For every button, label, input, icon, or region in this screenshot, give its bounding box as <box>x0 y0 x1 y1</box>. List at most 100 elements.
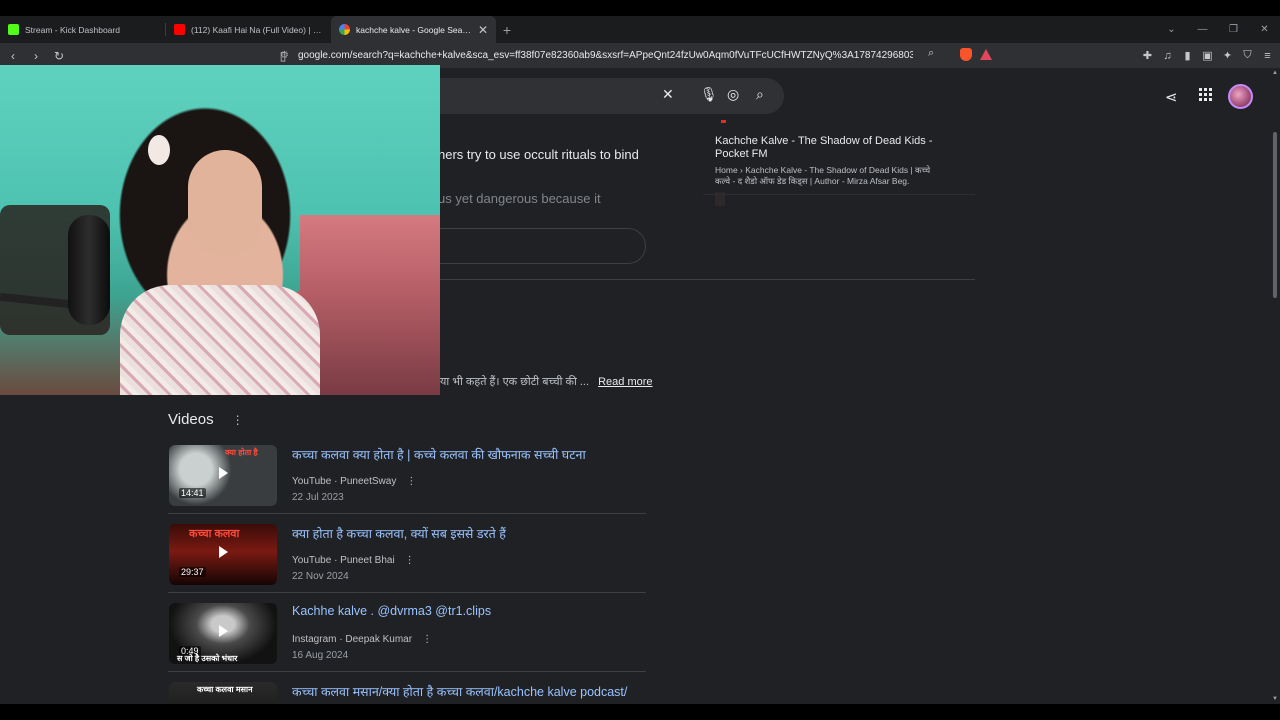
play-icon <box>219 546 228 558</box>
video-thumbnail[interactable]: 0:49 स जो है उसको भंधार <box>169 603 277 664</box>
more-options-icon[interactable]: ⋮ <box>405 555 415 566</box>
video-thumbnail[interactable]: कच्चा कलवा 29:37 <box>169 524 277 585</box>
more-options-icon[interactable]: ⋮ <box>232 413 244 427</box>
video-date: 16 Aug 2024 <box>292 650 349 661</box>
extension-toolbar: ✚ ♫ ▮ ▣ ✦ ⛉ ≡ <box>1141 46 1274 65</box>
video-meta: Instagram · Deepak Kumar ⋮ <box>292 634 432 645</box>
more-options-icon[interactable]: ⋮ <box>422 634 432 645</box>
video-result[interactable]: कच्चा कलवा मसान कच्चा कलवा मसान/क्या होत… <box>168 672 646 704</box>
divider <box>703 194 975 195</box>
chevron-left-icon: ‹ <box>11 48 15 63</box>
plus-icon: + <box>502 21 512 38</box>
thumbnail-caption: कच्चा कलवा <box>189 528 240 540</box>
video-source: YouTube · Puneet Bhai <box>292 555 395 566</box>
extensions-icon[interactable]: ✚ <box>1141 46 1154 65</box>
play-icon <box>219 467 228 479</box>
menu-icon[interactable]: ≡ <box>1261 46 1274 65</box>
favicon-mark <box>721 120 726 123</box>
chevron-right-icon: › <box>34 48 38 63</box>
vpn-icon[interactable]: ⛉ <box>1241 46 1254 65</box>
video-result[interactable]: कच्चा कलवा 29:37 क्या होता है कच्चा कलवा… <box>168 514 646 593</box>
google-icon <box>339 24 350 35</box>
new-tab-button[interactable]: + <box>496 16 518 43</box>
thumbnail-caption: क्या होता है <box>225 448 258 457</box>
side-card-title[interactable]: Kachche Kalve - The Shadow of Dead Kids … <box>715 135 945 161</box>
thumbnail-caption: स जो है उसको भंधार <box>177 654 238 663</box>
video-date: 22 Nov 2024 <box>292 571 349 582</box>
sidebar-icon[interactable]: ▮ <box>1181 46 1194 65</box>
video-title[interactable]: क्या होता है कच्चा कलवा, क्यों सब इससे ड… <box>292 525 506 542</box>
page-scrollbar[interactable]: ▲ ▼ <box>1270 68 1280 704</box>
site-info-icon[interactable]: ⚙ <box>280 50 289 61</box>
avatar[interactable] <box>1228 84 1253 109</box>
video-meta: YouTube · PuneetSway ⋮ <box>292 476 416 487</box>
webcam-overlay <box>0 65 440 395</box>
window-controls: ⌄ — ❐ ✕ <box>1156 16 1280 43</box>
webcam-background-bed <box>300 215 440 395</box>
video-date: 22 Jul 2023 <box>292 492 344 503</box>
back-button[interactable]: ‹ <box>3 46 23 66</box>
video-meta: YouTube · Puneet Bhai ⋮ <box>292 555 415 566</box>
video-title[interactable]: Kachhe kalve . @dvrma3 @tr1.clips <box>292 604 491 618</box>
webcam-hairclip <box>148 135 170 165</box>
forward-button[interactable]: › <box>26 46 46 66</box>
close-tab-icon[interactable]: ✕ <box>478 23 488 37</box>
restore-icon[interactable]: ❐ <box>1218 24 1249 35</box>
lens-camera-icon[interactable]: ◎ <box>727 86 739 103</box>
video-thumbnail[interactable]: क्या होता है 14:41 <box>169 445 277 506</box>
microphone-icon[interactable]: 🎙︎ <box>700 86 718 103</box>
youtube-icon <box>174 24 185 35</box>
clear-search-icon[interactable]: ✕ <box>662 86 674 103</box>
bottom-black-bar <box>0 704 1280 720</box>
video-source: Instagram · Deepak Kumar <box>292 634 413 645</box>
scroll-down-icon[interactable]: ▼ <box>1272 696 1278 702</box>
scroll-up-icon[interactable]: ▲ <box>1272 70 1278 76</box>
wallet-icon[interactable]: ▣ <box>1201 46 1214 65</box>
tab-youtube-video[interactable]: (112) Kaafi Hai Na (Full Video) | Mus... <box>166 16 331 43</box>
video-thumbnail[interactable]: कच्चा कलवा मसान <box>169 682 277 704</box>
read-more-link[interactable]: Read more <box>598 376 652 388</box>
webcam-person-dress <box>120 285 320 395</box>
thumbnail-caption: कच्चा कलवा मसान <box>197 685 253 694</box>
snippet-hindi-text: या भी कहते हैं। एक छोटी बच्ची की ... <box>440 376 590 388</box>
zoom-icon[interactable]: ⌕ <box>928 47 934 60</box>
snippet-line: hers try to use occult rituals to bind <box>438 147 639 162</box>
close-window-icon[interactable]: ✕ <box>1249 24 1280 35</box>
brave-rewards-icon[interactable] <box>980 49 992 60</box>
video-result[interactable]: 0:49 स जो है उसको भंधार Kachhe kalve . @… <box>168 593 646 672</box>
tab-kick-dashboard[interactable]: Stream - Kick Dashboard <box>0 16 165 43</box>
play-icon <box>219 625 228 637</box>
video-result[interactable]: क्या होता है 14:41 कच्चा कलवा क्या होता … <box>168 435 646 514</box>
tab-strip: Stream - Kick Dashboard (112) Kaafi Hai … <box>0 16 1280 43</box>
webcam-person-face <box>188 150 262 255</box>
video-source: YouTube · PuneetSway <box>292 476 397 487</box>
videos-title: Videos <box>168 411 214 428</box>
snippet-line-faded: us yet dangerous because it <box>438 191 601 206</box>
videos-section-heading: Videos ⋮ <box>168 411 244 428</box>
tab-title: kachche kalve - Google Search <box>356 24 472 35</box>
search-icon[interactable]: ⌕ <box>756 86 764 103</box>
leo-ai-icon[interactable]: ✦ <box>1221 46 1234 65</box>
google-apps-icon[interactable] <box>1199 88 1212 101</box>
snippet-hindi: या भी कहते हैं। एक छोटी बच्ची की ... Rea… <box>440 374 653 389</box>
tab-google-search[interactable]: kachche kalve - Google Search ✕ <box>331 16 496 43</box>
tab-title: Stream - Kick Dashboard <box>25 24 120 35</box>
reload-button[interactable]: ↻ <box>49 46 69 66</box>
address-bar[interactable]: ⚙ google.com/search?q=kachche+kalve&sca_… <box>280 46 1000 65</box>
share-icon[interactable]: ⋖ <box>1165 88 1178 106</box>
video-duration: 29:37 <box>179 567 206 577</box>
scroll-thumb[interactable] <box>1273 132 1277 298</box>
more-options-icon[interactable]: ⋮ <box>406 476 416 487</box>
kick-icon <box>8 24 19 35</box>
minimize-icon[interactable]: — <box>1187 24 1218 35</box>
video-duration: 14:41 <box>179 488 206 498</box>
webcam-microphone <box>68 215 110 325</box>
side-card-description: Home › Kachche Kalve - The Shadow of Dea… <box>715 165 931 186</box>
media-icon[interactable]: ♫ <box>1161 46 1174 65</box>
tab-search-chevron-icon[interactable]: ⌄ <box>1156 24 1187 35</box>
video-title[interactable]: कच्चा कलवा क्या होता है | कच्चे कलवा की … <box>292 446 586 463</box>
reload-icon: ↻ <box>53 48 65 63</box>
brave-shields-icon[interactable] <box>960 48 972 61</box>
tab-title: (112) Kaafi Hai Na (Full Video) | Mus... <box>191 24 323 35</box>
video-title[interactable]: कच्चा कलवा मसान/क्या होता है कच्चा कलवा/… <box>292 683 627 700</box>
